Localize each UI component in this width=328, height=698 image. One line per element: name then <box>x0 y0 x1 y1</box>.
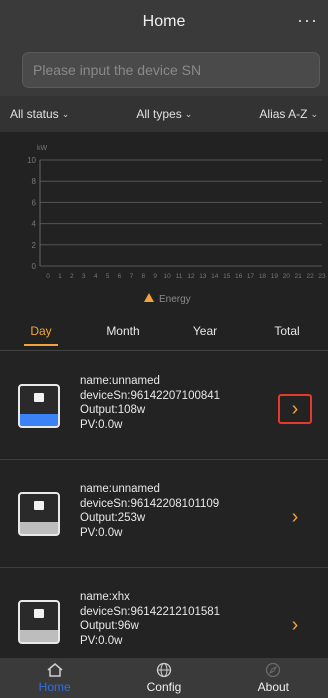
device-card[interactable]: name:unnamed deviceSn:96142207100841 Out… <box>0 352 328 460</box>
device-name: name:unnamed <box>80 375 160 387</box>
x-tick-label: 15 <box>223 273 231 280</box>
globe-icon <box>156 662 172 678</box>
chevron-right-icon[interactable]: › <box>278 394 312 424</box>
sort-filter-label: Alias A-Z <box>259 107 308 121</box>
x-tick-label: 8 <box>141 273 145 280</box>
device-status-bar <box>20 522 58 534</box>
device-pv: PV:0.0w <box>80 418 123 431</box>
status-filter[interactable]: All status ⌄ <box>10 107 69 121</box>
tab-total[interactable]: Total <box>246 312 328 350</box>
energy-chart: kW 0 2 4 6 8 10 0 1 2 3 4 5 6 7 8 9 10 11 12 13 14 15 16 17 18 19 2… <box>0 132 328 312</box>
device-pv: PV:0.0w <box>80 634 123 647</box>
x-tick-label: 20 <box>283 273 291 280</box>
x-tick-label: 10 <box>164 273 172 280</box>
device-pv: PV:0.0w <box>80 526 123 539</box>
tab-month[interactable]: Month <box>82 312 164 350</box>
x-tick-label: 0 <box>46 273 50 280</box>
chevron-right-icon[interactable]: › <box>278 502 312 532</box>
y-tick-label: 0 <box>32 262 37 271</box>
home-icon <box>47 663 63 677</box>
device-sn-search-input[interactable] <box>23 53 319 87</box>
x-tick-label: 14 <box>211 273 219 280</box>
inverter-icon <box>18 600 60 644</box>
nav-home[interactable]: Home <box>0 662 109 694</box>
device-card[interactable]: name:unnamed deviceSn:96142208101109 Out… <box>0 460 328 568</box>
x-tick-label: 19 <box>271 273 279 280</box>
more-options-icon[interactable]: ··· <box>297 10 318 31</box>
y-axis-unit: kW <box>37 145 48 152</box>
legend-marker <box>144 293 154 302</box>
x-tick-label: 22 <box>306 273 314 280</box>
filter-bar: All status ⌄ All types ⌄ Alias A-Z ⌄ <box>0 96 328 132</box>
nav-about-label: About <box>257 680 289 694</box>
x-tick-label: 6 <box>118 273 122 280</box>
tabs-divider <box>0 350 328 351</box>
device-info: name:unnamed deviceSn:96142208101109 Out… <box>80 482 219 540</box>
x-tick-label: 23 <box>318 273 326 280</box>
period-tabs: Day Month Year Total <box>0 312 328 350</box>
device-card[interactable]: name:xhx deviceSn:96142212101581 Output:… <box>0 568 328 658</box>
x-tick-label: 16 <box>235 273 243 280</box>
x-tick-label: 4 <box>94 273 98 280</box>
y-tick-label: 2 <box>32 241 37 250</box>
type-filter[interactable]: All types ⌄ <box>136 107 192 121</box>
status-filter-label: All status <box>10 107 59 121</box>
energy-chart-svg: kW02468100 1 2 3 4 5 6 7 8 9 10 11 12 13 14 15 16 17 18 19 2… <box>27 145 326 305</box>
x-tick-label: 9 <box>153 273 157 280</box>
nav-about[interactable]: About <box>219 662 328 694</box>
x-tick-label: 3 <box>82 273 86 280</box>
chevron-down-icon: ⌄ <box>61 108 70 119</box>
search-box <box>22 52 320 88</box>
bottom-nav: Home Config About <box>0 658 328 698</box>
x-tick-label: 2 <box>70 273 74 280</box>
x-tick-label: 17 <box>247 273 255 280</box>
y-tick-label: 10 <box>27 156 36 165</box>
tab-year[interactable]: Year <box>164 312 246 350</box>
x-tick-label: 1 <box>58 273 62 280</box>
device-output: Output:96w <box>80 620 139 632</box>
device-sn: deviceSn:96142207100841 <box>80 389 221 402</box>
nav-home-label: Home <box>38 680 71 694</box>
sort-filter[interactable]: Alias A-Z ⌄ <box>259 107 318 121</box>
x-tick-label: 18 <box>259 273 267 280</box>
device-status-bar <box>20 630 58 642</box>
x-tick-label: 21 <box>295 273 303 280</box>
chevron-right-icon[interactable]: › <box>278 610 312 640</box>
device-info: name:unnamed deviceSn:96142207100841 Out… <box>80 374 220 432</box>
nav-config[interactable]: Config <box>109 662 218 694</box>
chevron-down-icon: ⌄ <box>184 108 193 119</box>
chevron-down-icon: ⌄ <box>310 108 318 119</box>
x-tick-label: 7 <box>130 273 134 280</box>
y-tick-label: 4 <box>32 220 37 229</box>
device-sn: deviceSn:96142208101109 <box>80 497 220 510</box>
inverter-icon <box>18 492 60 536</box>
tab-day[interactable]: Day <box>0 312 82 350</box>
x-tick-label: 5 <box>106 273 110 280</box>
device-sn: deviceSn:96142212101581 <box>80 605 221 618</box>
device-info: name:xhx deviceSn:96142212101581 Output:… <box>80 590 220 648</box>
y-tick-label: 6 <box>32 198 37 207</box>
x-tick-label: 13 <box>199 273 207 280</box>
compass-icon <box>266 662 281 678</box>
nav-config-label: Config <box>146 680 182 694</box>
inverter-icon <box>18 384 60 428</box>
type-filter-label: All types <box>136 107 182 121</box>
search-bar <box>0 44 328 96</box>
device-output: Output:253w <box>80 512 146 524</box>
legend-label: Energy <box>159 294 191 305</box>
y-tick-label: 8 <box>32 177 37 186</box>
device-output: Output:108w <box>80 404 146 416</box>
device-name: name:xhx <box>80 591 130 603</box>
device-name: name:unnamed <box>80 483 160 495</box>
device-list: name:unnamed deviceSn:96142207100841 Out… <box>0 352 328 658</box>
device-status-bar <box>20 414 58 426</box>
page-title: Home <box>142 13 186 30</box>
top-bar: Home ··· <box>0 0 328 44</box>
x-tick-label: 12 <box>187 273 195 280</box>
x-tick-label: 11 <box>176 273 183 280</box>
